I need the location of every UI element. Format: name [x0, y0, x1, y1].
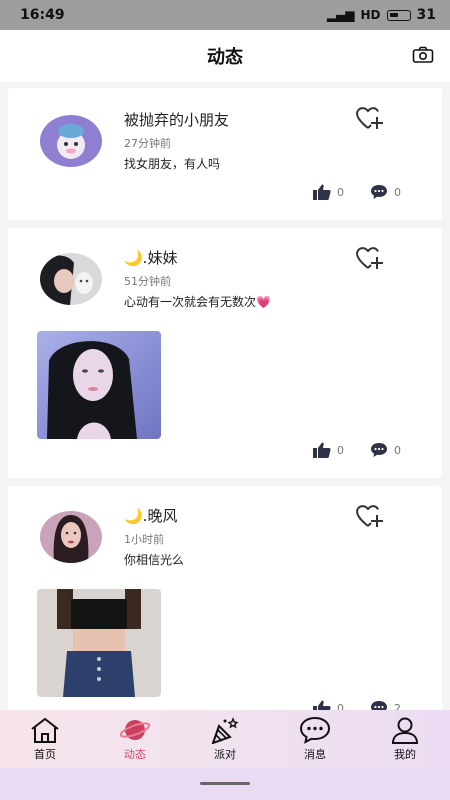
thumb-up-icon	[313, 700, 331, 710]
comment-button[interactable]: 0	[370, 184, 401, 200]
comment-icon	[371, 185, 387, 199]
user-icon	[391, 717, 419, 744]
avatar[interactable]	[40, 115, 102, 167]
thumb-up-icon	[313, 184, 331, 200]
home-icon	[31, 717, 59, 743]
status-time: 16:49	[20, 7, 65, 23]
like-count: 0	[337, 185, 344, 199]
party-icon	[211, 717, 239, 744]
message-icon	[299, 716, 331, 744]
hd-icon: HD	[360, 8, 381, 22]
battery-level: 31	[416, 7, 436, 23]
nav-item-messages[interactable]: 消息	[280, 716, 350, 762]
post-text: 心动有一次就会有无数次💗	[124, 295, 271, 309]
heart-add-icon[interactable]	[354, 502, 384, 530]
post-text: 找女朋友，有人吗	[124, 157, 221, 171]
avatar[interactable]	[40, 511, 102, 563]
post-card[interactable]: 🌙.晚风 1小时前 你相信光么 0 2	[8, 486, 442, 710]
nav-label: 派对	[214, 748, 236, 761]
nav-label: 我的	[394, 748, 416, 761]
header: 动态	[0, 30, 450, 82]
like-button[interactable]: 0	[313, 442, 344, 458]
post-author[interactable]: 🌙.晚风	[124, 505, 177, 526]
like-button[interactable]: 0	[313, 700, 344, 710]
planet-icon	[119, 720, 151, 740]
comment-icon	[371, 701, 387, 710]
heart-add-icon[interactable]	[354, 104, 384, 132]
thumb-up-icon	[313, 442, 331, 458]
nav-item-party[interactable]: 派对	[190, 716, 260, 762]
page-title: 动态	[207, 47, 243, 68]
post-author[interactable]: 🌙.妹妹	[124, 247, 177, 268]
comment-button[interactable]: 2	[370, 700, 401, 710]
signal-icon: ▂▄▆	[326, 8, 355, 22]
gesture-area	[0, 768, 450, 800]
post-author[interactable]: 被抛弃的小朋友	[124, 109, 229, 130]
post-time: 1小时前	[124, 533, 164, 546]
post-time: 27分钟前	[124, 137, 171, 150]
comment-icon	[371, 443, 387, 457]
nav-label: 首页	[34, 748, 56, 761]
status-bar: 16:49 ▂▄▆ HD 31	[0, 0, 450, 30]
battery-icon	[386, 9, 411, 21]
nav-item-moments[interactable]: 动态	[100, 716, 170, 762]
post-time: 51分钟前	[124, 275, 171, 288]
post-card[interactable]: 被抛弃的小朋友 27分钟前 找女朋友，有人吗 0 0	[8, 88, 442, 220]
comment-button[interactable]: 0	[370, 442, 401, 458]
heart-add-icon[interactable]	[354, 244, 384, 272]
post-photo[interactable]	[37, 589, 161, 697]
nav-item-home[interactable]: 首页	[10, 716, 80, 762]
like-count: 0	[337, 701, 344, 711]
nav-label: 动态	[124, 748, 146, 761]
status-icons: ▂▄▆ HD 31	[327, 7, 436, 23]
gesture-bar[interactable]	[200, 782, 250, 785]
comment-count: 0	[394, 185, 401, 199]
feed[interactable]: 被抛弃的小朋友 27分钟前 找女朋友，有人吗 0 0 🌙.妹妹 51分钟前 心动…	[0, 88, 450, 710]
post-card[interactable]: 🌙.妹妹 51分钟前 心动有一次就会有无数次💗 0 0	[8, 228, 442, 478]
post-text: 你相信光么	[124, 553, 185, 567]
camera-icon[interactable]	[412, 46, 434, 64]
bottom-nav: 首页 动态 派对 消息 我的	[0, 710, 450, 768]
comment-count: 0	[394, 443, 401, 457]
avatar[interactable]	[40, 253, 102, 305]
nav-label: 消息	[304, 748, 326, 761]
comment-count: 2	[394, 701, 401, 711]
post-photo[interactable]	[37, 331, 161, 439]
like-button[interactable]: 0	[313, 184, 344, 200]
nav-item-profile[interactable]: 我的	[370, 716, 440, 762]
like-count: 0	[337, 443, 344, 457]
